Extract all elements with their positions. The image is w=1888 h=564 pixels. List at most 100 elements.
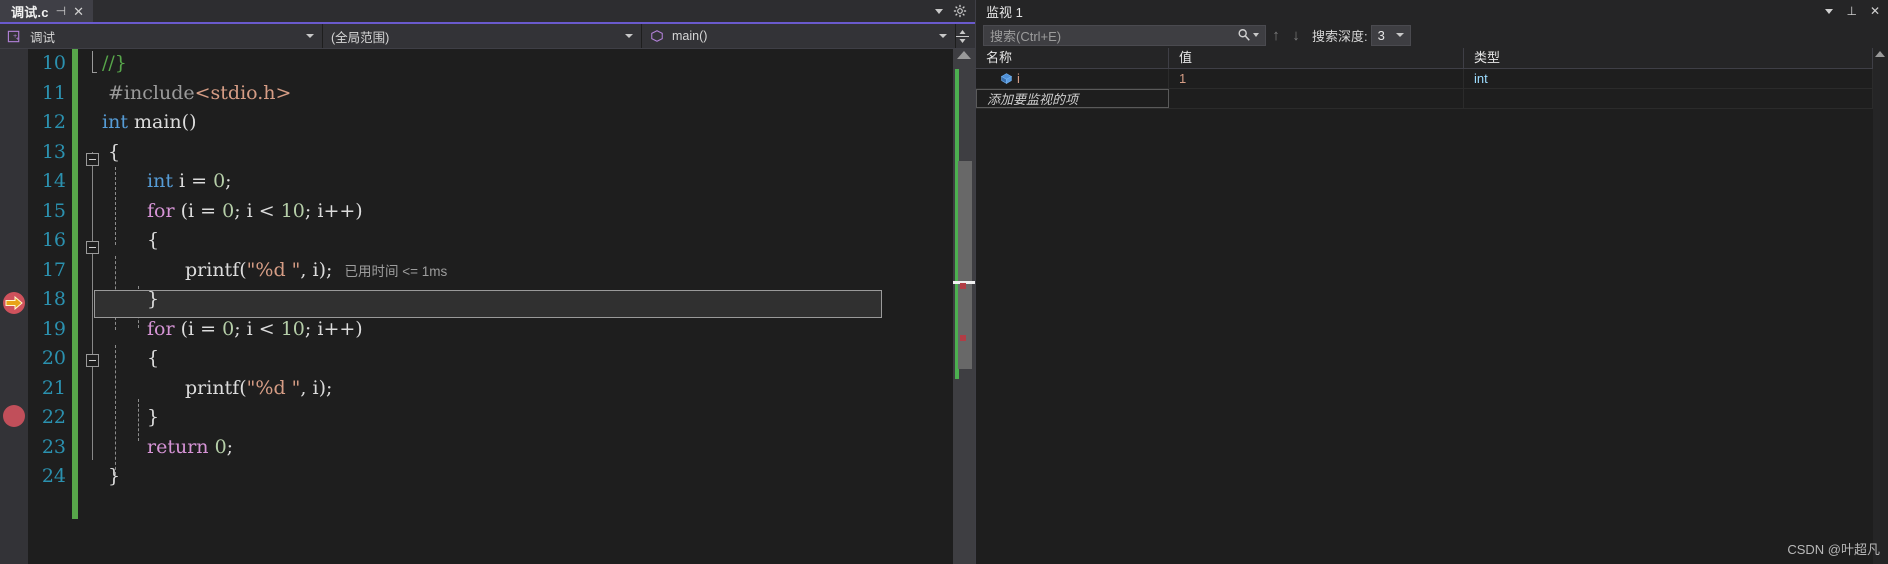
scope-combo[interactable]: (全局范围): [323, 24, 642, 48]
add-watch-placeholder[interactable]: 添加要监视的项: [976, 89, 1169, 108]
line-number: 19: [41, 317, 66, 340]
code-line[interactable]: int main(): [72, 108, 953, 138]
line-number: 12: [41, 111, 66, 133]
table-row[interactable]: i 1 int: [976, 69, 1873, 89]
watch-variable-name: i: [1017, 71, 1020, 86]
code-line[interactable]: }: [72, 285, 953, 315]
line-number: 20: [41, 347, 66, 369]
code-line[interactable]: for (i = 0; i < 10; i++): [72, 197, 953, 227]
line-number: 16: [41, 229, 66, 251]
code-line-current[interactable]: printf("%d ", i); 已用时间 <= 1ms: [72, 256, 953, 286]
search-placeholder: 搜索(Ctrl+E): [990, 28, 1062, 44]
scroll-up-arrow-icon[interactable]: [1875, 51, 1885, 57]
scrollbar-breakpoint-marker: [960, 283, 966, 289]
chevron-down-icon[interactable]: [935, 8, 943, 14]
line-number: 22: [41, 406, 66, 428]
gear-icon[interactable]: [953, 4, 967, 18]
line-number: 11: [41, 81, 66, 104]
project-combo[interactable]: + + 调试: [0, 24, 323, 48]
cube-icon: [1000, 71, 1013, 84]
column-header-name[interactable]: 名称: [976, 48, 1169, 68]
line-number: 23: [41, 435, 66, 458]
search-depth-label: 搜索深度:: [1312, 28, 1368, 44]
svg-text:+: +: [16, 36, 20, 42]
tab-strip-filler: [93, 0, 935, 22]
editor-body: 10 11 12 13 14 15 16 17 18 19 20 21 22 2…: [0, 49, 975, 564]
watch-window-title: 监视 1: [986, 4, 1023, 20]
navbar-filler: [956, 24, 975, 48]
search-input[interactable]: 搜索(Ctrl+E): [983, 24, 1266, 46]
watermark: CSDN @叶超凡: [1787, 542, 1880, 557]
pin-icon[interactable]: ⊣: [56, 5, 66, 17]
search-depth-combo[interactable]: 3: [1370, 24, 1411, 46]
scope-combo-label: (全局范围): [331, 30, 390, 45]
add-watch-item-row[interactable]: 添加要监视的项: [976, 89, 1873, 109]
column-header-value[interactable]: 值: [1169, 48, 1464, 68]
code-line[interactable]: {: [72, 344, 953, 374]
function-combo-label: main(): [672, 29, 708, 43]
watch-grid-header: 名称 值 类型: [976, 48, 1873, 69]
code-line[interactable]: int i = 0;: [72, 167, 953, 197]
line-number: 24: [41, 465, 66, 487]
watch-window-titlebar: 监视 1 ⊥ ✕: [976, 0, 1888, 22]
code-line[interactable]: {: [72, 138, 953, 168]
line-number: 14: [41, 170, 66, 192]
close-icon[interactable]: ✕: [73, 5, 84, 18]
cube-icon: [650, 29, 664, 43]
watch-row-name[interactable]: i: [976, 69, 1169, 88]
editor-vertical-scrollbar[interactable]: [953, 49, 975, 564]
close-icon[interactable]: ✕: [1870, 5, 1880, 17]
editor-pane: 调试.c ⊣ ✕ + + 调试 (全局范围) main() 10 11 12 1…: [0, 0, 975, 564]
chevron-down-icon[interactable]: [1395, 33, 1404, 37]
code-line[interactable]: return 0;: [72, 433, 953, 463]
code-line[interactable]: {: [72, 226, 953, 256]
breakpoint-gutter[interactable]: [0, 49, 28, 564]
search-depth-value: 3: [1377, 27, 1385, 43]
code-text-area[interactable]: //} #include<stdio.h> int main() { int i…: [72, 49, 953, 564]
code-token-comment: //}: [102, 52, 127, 74]
visual-studio-debugger-window: 调试.c ⊣ ✕ + + 调试 (全局范围) main() 10 11 12 1…: [0, 0, 1888, 564]
watch-grid: 名称 值 类型 i 1 int 添加要监视的项: [976, 48, 1888, 564]
cpp-project-icon: + +: [7, 29, 22, 44]
code-line[interactable]: #include<stdio.h>: [72, 79, 953, 109]
chevron-down-icon[interactable]: [298, 34, 322, 38]
line-number: 18: [41, 288, 66, 310]
watch-row-type: int: [1464, 69, 1873, 88]
line-number: 15: [41, 199, 66, 222]
code-line[interactable]: printf("%d ", i);: [72, 374, 953, 404]
editor-tab-strip: 调试.c ⊣ ✕: [0, 0, 975, 22]
code-line[interactable]: for (i = 0; i < 10; i++): [72, 315, 953, 345]
watch-window-pane: 监视 1 ⊥ ✕ 搜索(Ctrl+E) ↑ ↓ 搜索深度: 3 名称 值 类型 …: [975, 0, 1888, 564]
tab-strip-commands: [935, 0, 975, 22]
line-number: 10: [41, 52, 66, 74]
function-combo[interactable]: main(): [642, 24, 956, 48]
pin-icon[interactable]: ⊥: [1846, 5, 1856, 17]
code-line[interactable]: }: [72, 462, 953, 492]
scroll-up-arrow-icon[interactable]: [957, 51, 971, 59]
chevron-down-icon[interactable]: [931, 34, 955, 38]
column-header-type[interactable]: 类型: [1464, 48, 1873, 68]
add-watch-type-cell: [1464, 89, 1873, 108]
chevron-down-icon[interactable]: [1825, 8, 1834, 14]
search-icon[interactable]: [1237, 28, 1251, 42]
line-number: 13: [41, 140, 66, 163]
code-line[interactable]: }: [72, 403, 953, 433]
add-watch-value-cell[interactable]: [1169, 89, 1464, 108]
arrow-up-icon[interactable]: ↑: [1266, 27, 1286, 44]
watch-row-value[interactable]: 1: [1169, 69, 1464, 88]
split-window-icon[interactable]: [956, 29, 969, 44]
breakpoint-dot-icon[interactable]: [3, 405, 25, 427]
line-number: 21: [41, 376, 66, 399]
arrow-down-icon[interactable]: ↓: [1286, 27, 1306, 44]
current-statement-arrow-icon[interactable]: [2, 291, 26, 315]
project-combo-label: 调试: [30, 30, 56, 45]
watch-vertical-scrollbar[interactable]: [1873, 48, 1888, 564]
code-line[interactable]: //}: [72, 49, 953, 79]
chevron-down-icon[interactable]: [617, 34, 641, 38]
line-number-gutter: 10 11 12 13 14 15 16 17 18 19 20 21 22 2…: [28, 49, 72, 564]
chevron-down-icon[interactable]: [1253, 33, 1259, 37]
scrollbar-breakpoint-marker: [960, 335, 966, 341]
watch-grid-body: 名称 值 类型 i 1 int 添加要监视的项: [976, 48, 1873, 564]
tab-title: 调试.c: [11, 4, 49, 20]
editor-tab-debug-c[interactable]: 调试.c ⊣ ✕: [0, 0, 94, 22]
